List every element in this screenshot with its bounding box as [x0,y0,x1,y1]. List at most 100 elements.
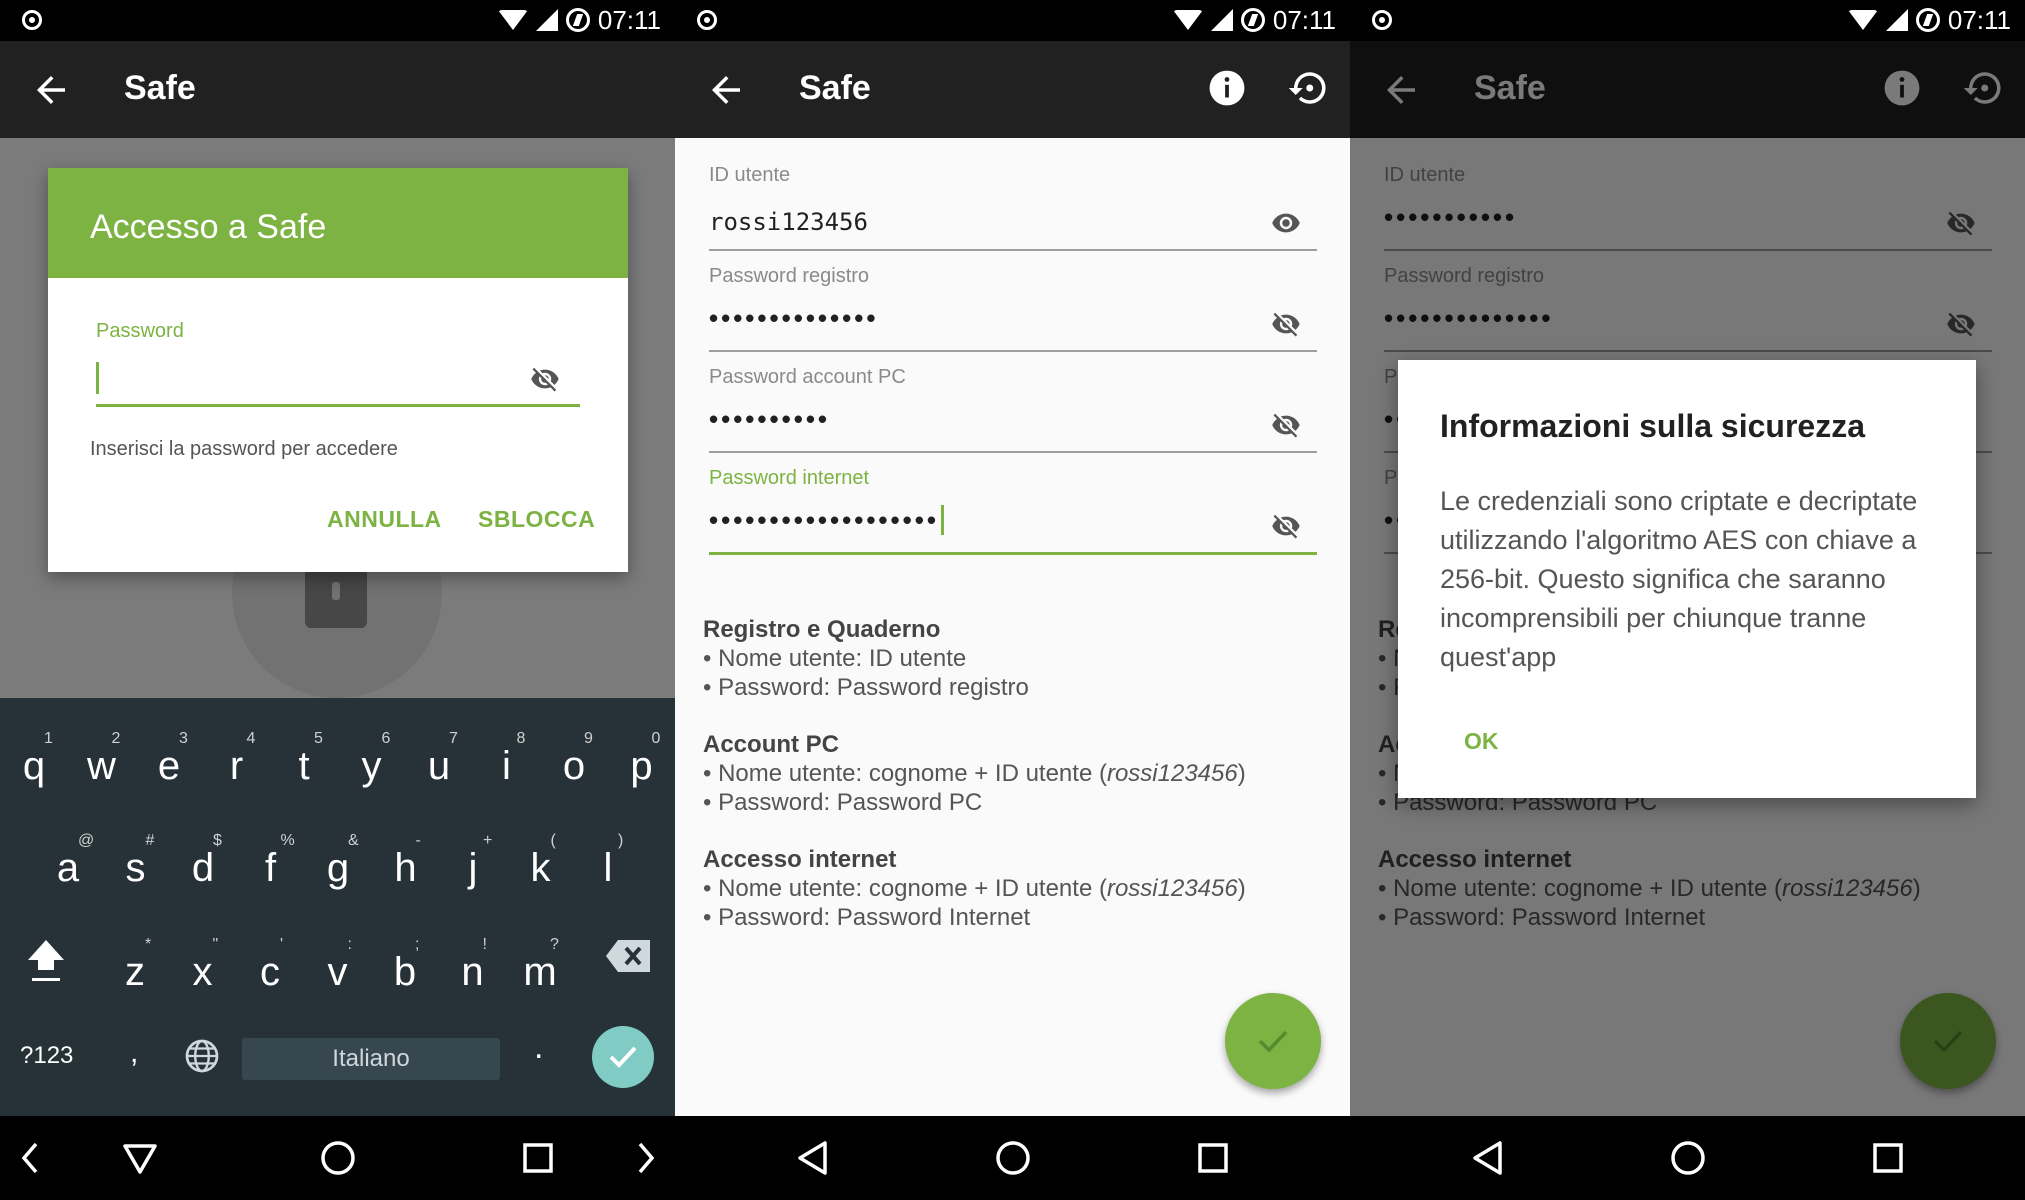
key-k[interactable]: (k [507,820,575,900]
status-icons: 07:11 [1847,4,2011,36]
notification-icon [22,10,42,30]
key-label: a [56,846,80,890]
key-label: j [468,846,478,890]
key-m[interactable]: ? m [506,924,574,1004]
key-label: l [603,846,613,890]
app-bar: Safe [675,41,1350,138]
home-icon[interactable] [994,1138,1032,1178]
home-icon[interactable] [319,1138,357,1178]
registry-password-value[interactable]: •••••••••••••• [709,303,878,334]
restore-icon[interactable] [1287,67,1329,109]
key-f[interactable]: % f [237,820,305,900]
registry-password-field[interactable]: Password registro •••••••••••••• [709,239,1319,352]
key-y[interactable]: 6y [338,718,406,798]
info-icon[interactable] [1208,69,1246,107]
pc-password-value[interactable]: •••••••••• [709,404,830,435]
key-label: u [427,744,451,788]
key-label: f [264,846,277,890]
comma-key[interactable]: , [130,1036,138,1070]
home-icon[interactable] [1669,1138,1707,1178]
user-id-field[interactable]: ID utente rossi123456 [709,138,1319,251]
visibility-off-icon[interactable] [524,364,566,394]
period-key[interactable]: . [534,1028,543,1067]
note-line: • Password: Password PC [703,789,983,816]
keyboard-left-icon[interactable] [18,1138,42,1178]
key-s[interactable]: # s [102,820,170,900]
back-arrow-icon[interactable] [30,69,72,111]
key-label: q [22,744,46,788]
dialog-title: Informazioni sulla sicurezza [1440,408,1865,444]
key-v[interactable]: :v [304,924,372,1004]
key-a[interactable]: @ a [34,820,102,900]
key-x[interactable]: " x [169,924,237,1004]
note-line: • Nome utente: cognome + ID utente (ross… [703,874,1323,903]
enter-key[interactable] [592,1026,654,1088]
key-z[interactable]: * z [101,924,169,1004]
password-input[interactable] [96,362,99,394]
space-bar[interactable]: Italiano [242,1038,500,1080]
back-nav-icon[interactable] [795,1138,831,1178]
dialog-title: Accesso a Safe [48,168,628,278]
key-q[interactable]: 1q [0,718,68,798]
key-label: i [502,744,511,788]
registry-password-label: Password registro [709,265,870,287]
key-c[interactable]: ' c [236,924,304,1004]
ok-button[interactable]: OK [1464,728,1499,755]
backspace-icon[interactable] [606,940,650,972]
visibility-icon[interactable] [1265,208,1307,238]
key-e[interactable]: 3e [135,718,203,798]
navigation-bar [675,1116,1350,1200]
status-bar: 07:11 [1350,0,2025,41]
key-i[interactable]: 8i [473,718,541,798]
key-h[interactable]: -h [372,820,440,900]
note-line: • Password: Password registro [703,674,1029,701]
visibility-off-icon[interactable] [1265,511,1307,541]
internet-password-field[interactable]: Password internet ••••••••••••••••••• [709,441,1319,555]
back-nav-icon[interactable] [122,1138,158,1178]
shift-icon[interactable] [26,938,66,982]
user-id-value[interactable]: rossi123456 [709,208,868,236]
recents-icon[interactable] [1195,1138,1231,1178]
key-label: r [229,744,244,788]
wifi-icon [1172,10,1203,30]
key-t[interactable]: 5t [270,718,338,798]
key-r[interactable]: 4r [203,718,271,798]
key-u[interactable]: 7u [405,718,473,798]
user-id-label: ID utente [709,164,791,186]
key-n[interactable]: ! n [439,924,507,1004]
key-g[interactable]: & g [304,820,372,900]
back-nav-icon[interactable] [1470,1138,1506,1178]
pc-password-field[interactable]: Password account PC •••••••••• [709,340,1319,453]
text-cursor [940,505,944,535]
unlock-button[interactable]: SBLOCCA [478,506,595,533]
save-fab[interactable] [1225,993,1321,1089]
key-o[interactable]: 9o [540,718,608,798]
check-icon [1258,1030,1288,1053]
key-d[interactable]: $ d [169,820,237,900]
key-w[interactable]: 2w [68,718,136,798]
status-time: 07:11 [1947,4,2011,35]
note-title: Registro e Quaderno [703,616,941,643]
pc-password-label: Password account PC [709,366,906,388]
cancel-button[interactable]: ANNULLA [327,506,442,533]
note-text: • Nome utente: cognome + ID utente ( [703,760,1107,787]
internet-password-value[interactable]: ••••••••••••••••••• [709,505,944,536]
key-p[interactable]: 0p [608,718,676,798]
password-label: Password [96,320,184,342]
back-arrow-icon[interactable] [705,69,747,111]
soft-keyboard: 1q2w3e4r5t6y7u8i9o0p @ a # s $ d% f & g - h + j(k) l … [0,698,675,1116]
visibility-off-icon[interactable] [1265,410,1307,440]
key-label: g [326,846,350,890]
note-title: Account PC [703,731,840,758]
recents-icon[interactable] [1870,1138,1906,1178]
unlock-screen: 07:11 Safe Accesso a Safe Password Inser… [0,0,675,1200]
symbols-key[interactable]: ?123 [20,1042,73,1070]
key-b[interactable]: ; b [371,924,439,1004]
globe-icon[interactable] [184,1038,220,1074]
key-j[interactable]: + j [439,820,507,900]
visibility-off-icon[interactable] [1265,309,1307,339]
recents-icon[interactable] [520,1138,556,1178]
key-l[interactable]: ) l [574,820,642,900]
note-text: ) [1237,875,1246,902]
keyboard-right-icon[interactable] [634,1138,658,1178]
